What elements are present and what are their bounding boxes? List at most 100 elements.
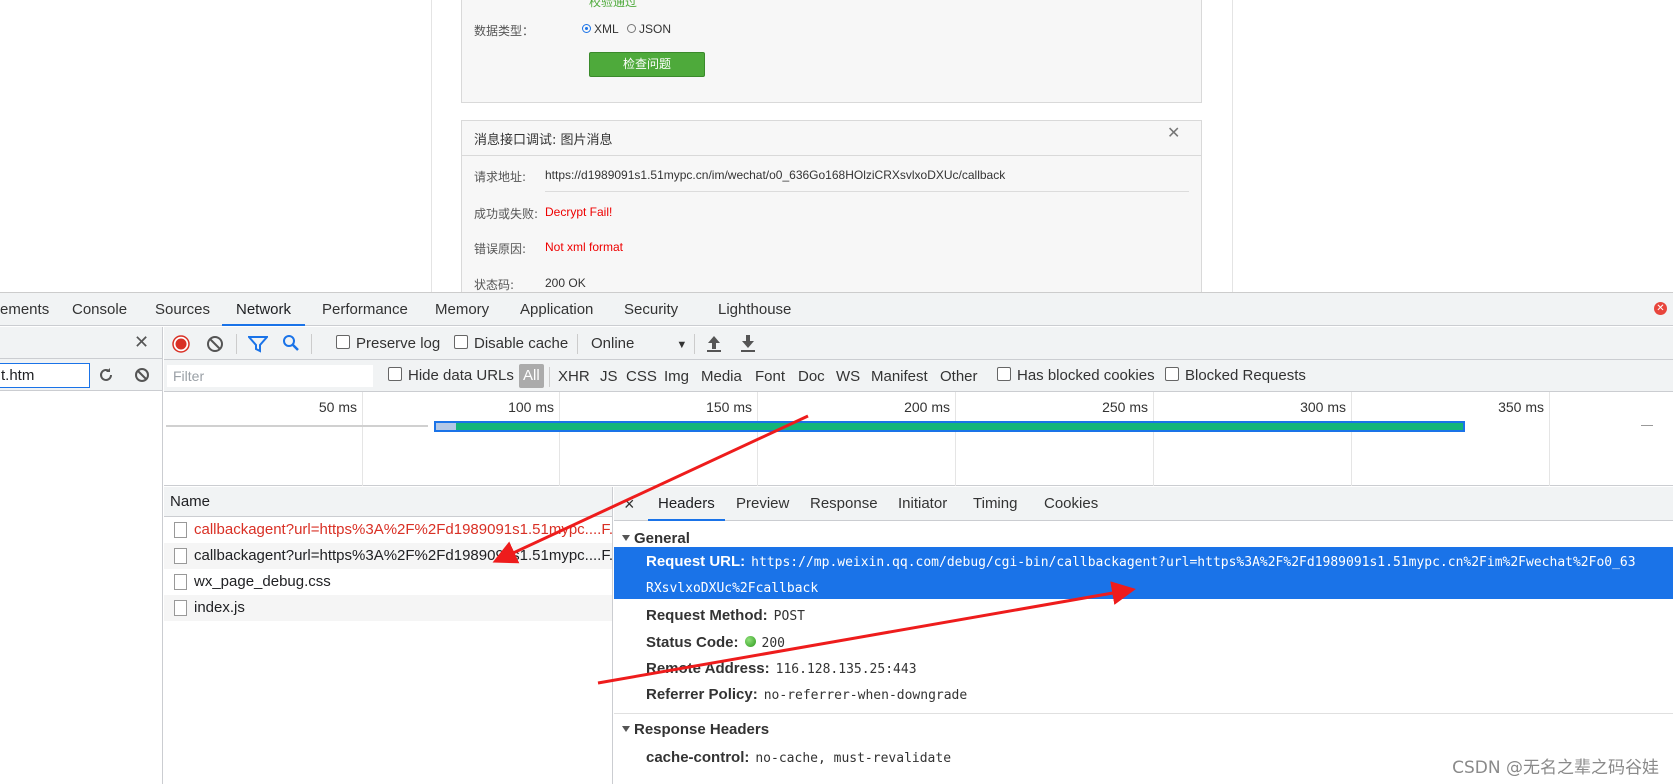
request-row[interactable]: callbackagent?url=https%3A%2F%2Fd1989091…	[164, 517, 612, 543]
tab-application[interactable]: Application	[520, 293, 593, 326]
hide-data-urls-checkbox[interactable]: Hide data URLs	[388, 367, 514, 384]
tab-timing[interactable]: Timing	[973, 487, 1017, 521]
status-ok-icon	[744, 635, 756, 647]
refresh-icon[interactable]	[98, 367, 114, 383]
request-method-value: POST	[773, 609, 805, 624]
radio-json[interactable]: JSON	[627, 22, 671, 36]
preserve-log-checkbox[interactable]: Preserve log	[336, 335, 440, 352]
export-har-icon[interactable]	[740, 334, 756, 352]
watermark: CSDN @无名之辈之码谷娃	[1452, 758, 1659, 778]
blocked-requests-label: Blocked Requests	[1185, 367, 1306, 384]
close-icon[interactable]: ✕	[1167, 123, 1180, 143]
tab-response[interactable]: Response	[810, 487, 878, 521]
left-search-row: t.htm	[0, 359, 162, 391]
network-toolbar: Preserve log Disable cache Online ▼	[164, 327, 1673, 360]
devtools-panel: ements Console Sources Network Performan…	[0, 292, 1673, 784]
filter-icon[interactable]	[248, 335, 268, 353]
disable-cache-checkbox[interactable]: Disable cache	[454, 335, 568, 352]
clear-log-icon[interactable]	[206, 335, 224, 353]
request-row[interactable]: index.js	[164, 595, 612, 621]
status-code-row: Status Code: 200	[646, 634, 785, 651]
tab-network[interactable]: Network	[222, 293, 306, 326]
tick-label: 200 ms	[904, 399, 950, 415]
validation-status: 校验通过	[589, 0, 638, 9]
hide-data-urls-label: Hide data URLs	[408, 367, 514, 384]
radio-xml-indicator[interactable]	[582, 24, 591, 34]
divider	[545, 191, 1189, 192]
import-har-icon[interactable]	[706, 334, 722, 352]
status-value: 200 OK	[545, 276, 586, 290]
tab-console[interactable]: Console	[72, 293, 127, 326]
tab-memory[interactable]: Memory	[435, 293, 489, 326]
expand-triangle-icon	[622, 726, 630, 732]
timeline-overview[interactable]: 50 ms 100 ms 150 ms 200 ms 250 ms 300 ms…	[164, 392, 1673, 486]
request-url-value: https://d1989091s1.51mypc.cn/im/wechat/o…	[545, 168, 1006, 182]
tab-headers[interactable]: Headers	[648, 487, 725, 521]
filter-type-media[interactable]: Media	[701, 368, 742, 385]
request-row[interactable]: wx_page_debug.css	[164, 569, 612, 595]
request-url-value: https://mp.weixin.qq.com/debug/cgi-bin/c…	[751, 555, 1636, 570]
filter-type-ws[interactable]: WS	[836, 368, 860, 385]
filter-type-doc[interactable]: Doc	[798, 368, 825, 385]
tick-label: 250 ms	[1102, 399, 1148, 415]
tab-preview[interactable]: Preview	[736, 487, 789, 521]
request-url-row: Request URL: https://mp.weixin.qq.com/deb…	[646, 553, 1636, 570]
close-detail-icon[interactable]: ×	[624, 487, 635, 521]
general-section-toggle[interactable]: General	[622, 530, 690, 547]
filter-type-js[interactable]: JS	[600, 368, 618, 385]
remote-address-key: Remote Address:	[646, 660, 770, 677]
preserve-log-label: Preserve log	[356, 335, 441, 352]
response-headers-section-toggle[interactable]: Response Headers	[622, 721, 769, 738]
timeline-request-bar	[434, 421, 1465, 432]
tab-initiator[interactable]: Initiator	[898, 487, 947, 521]
timeline-waiting-bar	[166, 425, 428, 427]
request-name: wx_page_debug.css	[194, 573, 331, 590]
radio-json-indicator[interactable]	[627, 24, 636, 34]
throttle-select[interactable]: Online ▼	[591, 335, 687, 352]
tab-sources[interactable]: Sources	[155, 293, 210, 326]
filter-type-other[interactable]: Other	[940, 368, 978, 385]
request-row[interactable]: callbackagent?url=https%3A%2F%2Fd1989091…	[164, 543, 612, 569]
tab-security[interactable]: Security	[624, 293, 678, 326]
tab-elements[interactable]: ements	[0, 293, 49, 326]
search-icon[interactable]	[282, 334, 300, 352]
filter-type-manifest[interactable]: Manifest	[871, 368, 928, 385]
tick-label: 100 ms	[508, 399, 554, 415]
tick-label: 150 ms	[706, 399, 752, 415]
name-column-header[interactable]: Name	[164, 487, 612, 517]
result-label: 成功或失败:	[474, 207, 539, 221]
filter-bar: Filter Hide data URLs All XHR JS CSS Img…	[164, 360, 1673, 392]
status-code-key: Status Code:	[646, 634, 739, 651]
filter-type-xhr[interactable]: XHR	[558, 368, 590, 385]
filter-type-img[interactable]: Img	[664, 368, 689, 385]
detail-tabbar: × Headers Preview Response Initiator Tim…	[614, 487, 1673, 521]
request-url-value-cont: RXsvlxoDXUc%2Fcallback	[646, 581, 819, 596]
response-headers-title: Response Headers	[634, 721, 770, 738]
file-icon	[174, 548, 187, 564]
left-pane-header: ✕	[0, 327, 162, 359]
filter-type-font[interactable]: Font	[755, 368, 785, 385]
general-section-title: General	[634, 530, 690, 547]
close-search-icon[interactable]: ✕	[134, 332, 149, 353]
tab-lighthouse[interactable]: Lighthouse	[718, 293, 791, 326]
referrer-policy-row: Referrer Policy: no-referrer-when-downgra…	[646, 686, 967, 703]
filter-input[interactable]: Filter	[166, 364, 374, 388]
tab-cookies[interactable]: Cookies	[1044, 487, 1098, 521]
clear-icon[interactable]	[134, 367, 150, 383]
cache-control-row: cache-control: no-cache, must-revalidate	[646, 749, 951, 766]
error-count-icon[interactable]: ✕	[1654, 302, 1667, 315]
blocked-requests-checkbox[interactable]: Blocked Requests	[1165, 367, 1306, 384]
tab-performance[interactable]: Performance	[322, 293, 408, 326]
has-blocked-cookies-checkbox[interactable]: Has blocked cookies	[997, 367, 1155, 384]
radio-xml-label: XML	[594, 22, 619, 36]
record-icon[interactable]	[172, 335, 190, 353]
check-problem-button[interactable]: 检查问题	[589, 52, 705, 77]
cache-control-value: no-cache, must-revalidate	[755, 751, 952, 766]
webpage-area: 校验通过 数据类型： XML JSON 检查问题 消息接口调试: 图片消息 ✕ …	[0, 0, 1673, 292]
radio-xml[interactable]: XML	[582, 22, 619, 36]
filter-type-css[interactable]: CSS	[626, 368, 657, 385]
filter-type-all[interactable]: All	[519, 364, 544, 388]
request-name: callbackagent?url=https%3A%2F%2Fd1989091…	[194, 521, 612, 538]
request-url-label: 请求地址:	[474, 170, 527, 184]
search-input[interactable]: t.htm	[0, 363, 90, 388]
